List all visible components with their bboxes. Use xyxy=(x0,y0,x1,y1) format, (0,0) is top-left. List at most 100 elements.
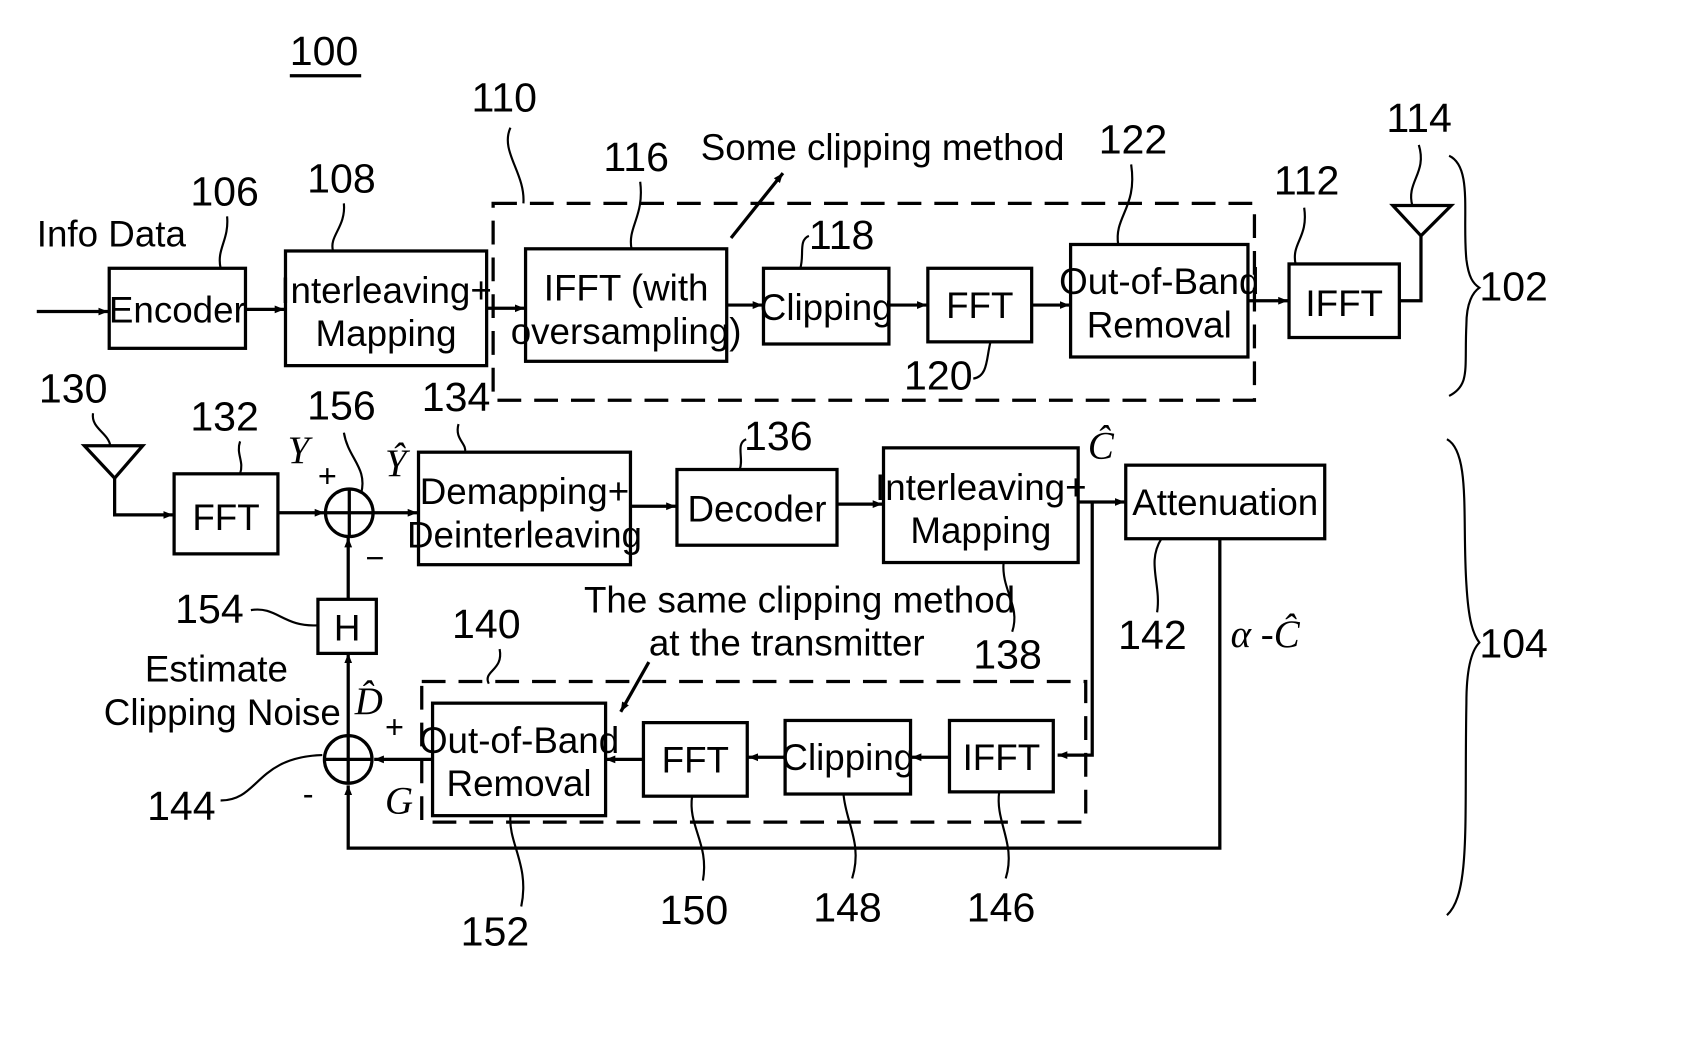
signal-y: Y xyxy=(288,429,314,472)
leader-140 xyxy=(486,648,502,685)
decoder-label: Decoder xyxy=(688,488,827,529)
leader-148 xyxy=(842,793,857,879)
rx-interleaving-mapping-block: Interleaving+ Mapping xyxy=(875,446,1087,565)
leader-110 xyxy=(506,127,525,204)
leader-116 xyxy=(629,181,642,250)
block-diagram: 100 Info Data Encoder 106 Interleaving+ … xyxy=(37,28,1548,955)
rx-fft2-block: FFT xyxy=(641,721,749,798)
receiver-brace xyxy=(1446,438,1481,916)
ref-122: 122 xyxy=(1099,117,1168,163)
leader-152 xyxy=(509,815,525,907)
leader-120 xyxy=(972,341,992,380)
same-clipping-annotation-2: at the transmitter xyxy=(649,623,925,664)
ref-146: 146 xyxy=(967,885,1036,931)
some-clipping-method-label: Some clipping method xyxy=(701,127,1065,168)
signal-g: G xyxy=(385,779,413,822)
leader-154 xyxy=(250,608,319,627)
leader-146 xyxy=(997,791,1010,879)
tx-antenna-icon xyxy=(1389,203,1456,239)
demapping-label-2: Deinterleaving xyxy=(407,514,642,555)
tx-fft-block: FFT xyxy=(926,266,1034,344)
tx-clipping-label: Clipping xyxy=(760,287,893,328)
ref-152: 152 xyxy=(461,908,530,954)
rx-clipping-label: Clipping xyxy=(781,737,914,778)
rx-fft2-label: FFT xyxy=(662,739,729,780)
leader-150 xyxy=(690,796,706,881)
ref-120: 120 xyxy=(904,352,973,398)
info-data-label: Info Data xyxy=(37,214,187,255)
leader-142 xyxy=(1153,538,1163,613)
rx-interleaving-label-2: Mapping xyxy=(910,510,1051,551)
ref-156: 156 xyxy=(307,383,376,429)
encoder-label: Encoder xyxy=(109,289,246,330)
ifft-oversampling-label-2: oversampling) xyxy=(511,311,742,352)
tx-interleaving-mapping-block: Interleaving+ Mapping xyxy=(280,249,492,368)
ref-136: 136 xyxy=(744,413,813,459)
ref-142: 142 xyxy=(1118,612,1187,658)
tx-ifft-block: IFFT xyxy=(1287,262,1401,340)
rx-out-of-band-removal-block: Out-of-Band Removal xyxy=(419,701,619,818)
demapping-label-1: Demapping+ xyxy=(420,471,629,512)
leader-108 xyxy=(331,203,345,252)
tx-interleaving-label-1: Interleaving+ xyxy=(280,270,492,311)
ref-102: 102 xyxy=(1479,264,1548,310)
h-block: H xyxy=(316,597,378,656)
decoder-block: Decoder xyxy=(675,467,839,547)
ref-144: 144 xyxy=(147,783,216,829)
signal-d-hat: D̂ xyxy=(354,680,383,723)
ref-140: 140 xyxy=(452,601,521,647)
leader-156 xyxy=(342,432,364,494)
summer-156 xyxy=(323,487,375,539)
tx-fft-label: FFT xyxy=(946,285,1013,326)
ref-108: 108 xyxy=(307,156,376,202)
annotation-arrow xyxy=(729,172,785,240)
ref-110: 110 xyxy=(471,74,537,120)
ref-104: 104 xyxy=(1479,621,1548,667)
leader-118 xyxy=(799,234,810,269)
signal-y-hat: Ŷ xyxy=(385,442,411,485)
ref-106: 106 xyxy=(190,169,259,215)
estimate-label-1: Estimate xyxy=(145,649,288,690)
ifft-oversampling-label-1: IFFT (with xyxy=(544,268,709,309)
rx-interleaving-label-1: Interleaving+ xyxy=(875,467,1087,508)
attenuation-label: Attenuation xyxy=(1132,482,1318,523)
rx-oob-label-1: Out-of-Band xyxy=(419,720,619,761)
signal-c-hat: Ĉ xyxy=(1088,425,1115,468)
tx-clipping-block: Clipping xyxy=(760,266,893,346)
tx-oob-label-2: Removal xyxy=(1087,305,1232,346)
tx-ifft-label: IFFT xyxy=(1305,283,1383,324)
h-label: H xyxy=(334,607,361,648)
leader-132 xyxy=(237,441,243,475)
demapping-deinterleaving-block: Demapping+ Deinterleaving xyxy=(407,450,642,567)
ref-148: 148 xyxy=(813,885,882,931)
rx-antenna-icon xyxy=(80,444,147,481)
transmitter-brace xyxy=(1448,154,1482,397)
ref-114: 114 xyxy=(1386,95,1452,141)
summer-144 xyxy=(322,733,374,785)
tx-interleaving-label-2: Mapping xyxy=(316,313,457,354)
tx-antenna-feed xyxy=(1399,233,1423,303)
leader-134 xyxy=(456,423,467,453)
summer-144-minus: - xyxy=(303,776,314,812)
rx-ifft-block: IFFT xyxy=(947,718,1055,794)
ref-130: 130 xyxy=(39,365,108,411)
leader-130 xyxy=(91,413,112,446)
leader-112 xyxy=(1293,207,1306,265)
summer-156-minus: − xyxy=(366,540,385,576)
ref-132: 132 xyxy=(190,394,259,440)
estimate-label-2: Clipping Noise xyxy=(104,692,341,733)
rx-oob-label-2: Removal xyxy=(447,763,592,804)
ifft-oversampling-block: IFFT (with oversampling) xyxy=(511,247,742,363)
ref-154: 154 xyxy=(175,586,244,632)
replica-annotation-arrow xyxy=(619,661,651,713)
leader-114 xyxy=(1410,144,1422,206)
summer-156-plus: + xyxy=(318,458,337,494)
ref-116: 116 xyxy=(603,134,669,180)
same-clipping-annotation-1: The same clipping method xyxy=(584,579,1015,620)
ref-138: 138 xyxy=(973,632,1042,678)
signal-alpha-c: α -Ĉ xyxy=(1231,613,1301,656)
encoder-block: Encoder xyxy=(107,266,248,350)
rx-fft-label: FFT xyxy=(192,497,259,538)
tx-out-of-band-removal-block: Out-of-Band Removal xyxy=(1059,242,1259,359)
summer-144-plus: + xyxy=(385,709,404,745)
